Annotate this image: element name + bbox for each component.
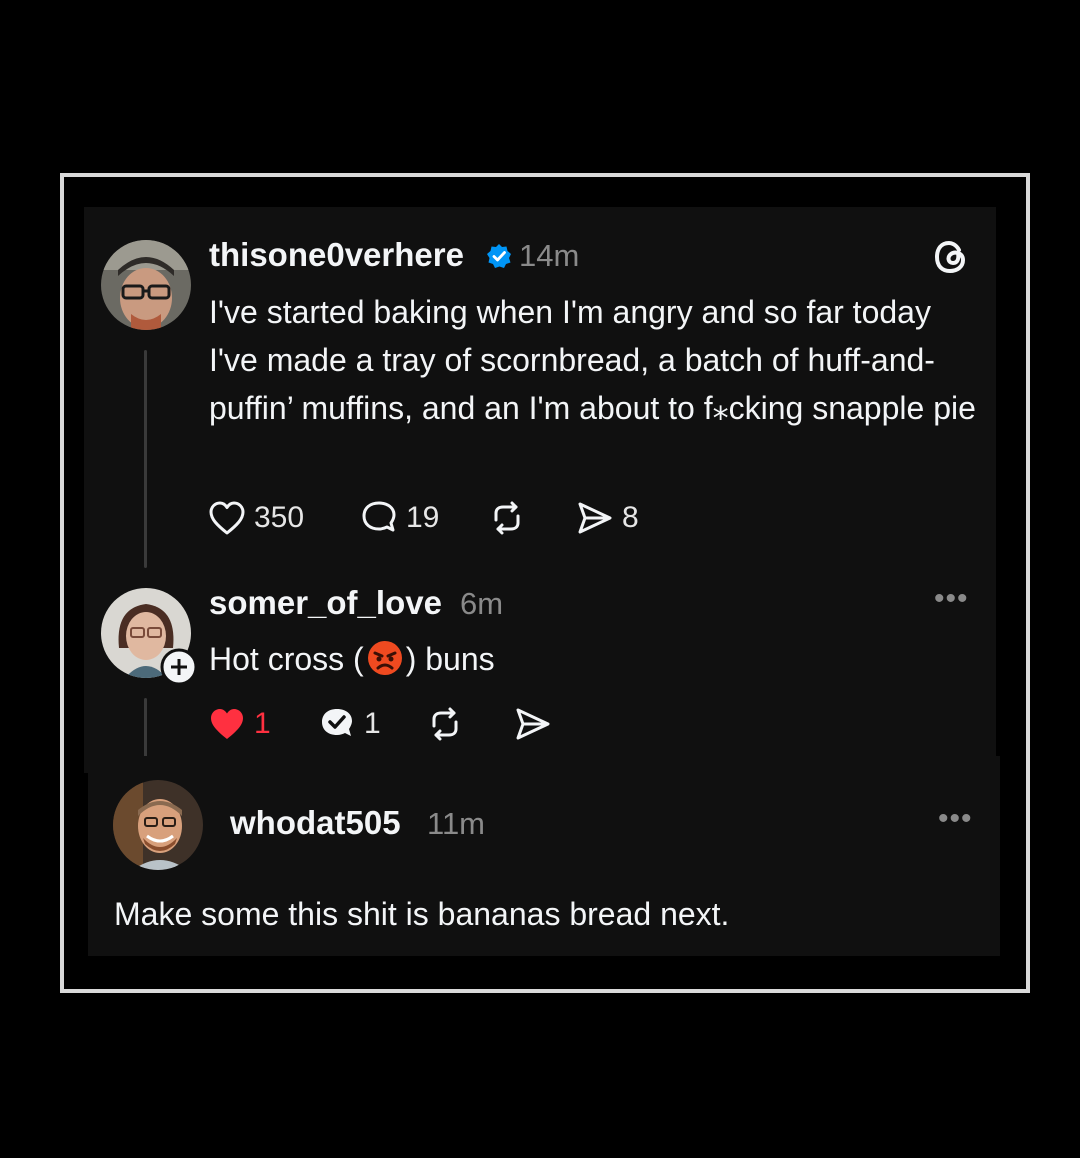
comment-more-button[interactable]: •••	[938, 802, 973, 836]
reply-like-count: 1	[254, 707, 271, 740]
repost-icon	[494, 501, 520, 535]
comment-icon	[362, 501, 396, 532]
send-icon	[516, 708, 550, 740]
avatar-thisone0verhere[interactable]	[101, 240, 191, 330]
like-count: 350	[254, 501, 305, 534]
angry-face-emoji	[366, 639, 404, 677]
comment-check-icon	[322, 709, 352, 736]
reply-text-before: Hot cross (	[209, 641, 364, 677]
heart-filled-icon	[211, 709, 243, 739]
heart-icon	[209, 501, 245, 535]
reply-share-button[interactable]	[514, 706, 552, 742]
reply-reply-count: 1	[364, 707, 381, 740]
send-icon	[578, 502, 612, 534]
reply-time: 6m	[460, 586, 504, 621]
avatar-whodat505[interactable]	[113, 780, 203, 870]
thread-line	[144, 350, 147, 568]
comment-username[interactable]: whodat505	[230, 804, 401, 842]
like-button[interactable]: 350	[208, 500, 304, 536]
comment-time: 11m	[427, 806, 486, 841]
reply-like-button[interactable]: 1	[208, 706, 271, 742]
share-button[interactable]: 8	[576, 500, 639, 536]
reply-repost-button[interactable]	[426, 706, 464, 742]
follow-plus-icon[interactable]	[160, 648, 198, 686]
reply-username[interactable]: somer_of_love	[209, 584, 442, 622]
verified-badge-icon	[486, 243, 512, 269]
reply-more-button[interactable]: •••	[934, 582, 969, 616]
reply-reply-button[interactable]: 1	[318, 706, 381, 742]
post-time: 14m	[519, 238, 580, 273]
reply-text: Hot cross ( ) buns	[209, 635, 495, 683]
threads-logo-icon[interactable]	[932, 238, 970, 276]
post-username[interactable]: thisone0verhere	[209, 236, 464, 274]
repost-button[interactable]	[488, 500, 526, 536]
reply-count: 19	[406, 501, 440, 534]
comment-text: Make some this shit is bananas bread nex…	[114, 896, 730, 932]
reply-text-after: ) buns	[405, 641, 495, 677]
post-text: I've started baking when I'm angry and s…	[209, 294, 976, 426]
repost-icon	[432, 707, 458, 741]
reply-button[interactable]: 19	[360, 500, 439, 536]
share-count: 8	[622, 501, 639, 534]
